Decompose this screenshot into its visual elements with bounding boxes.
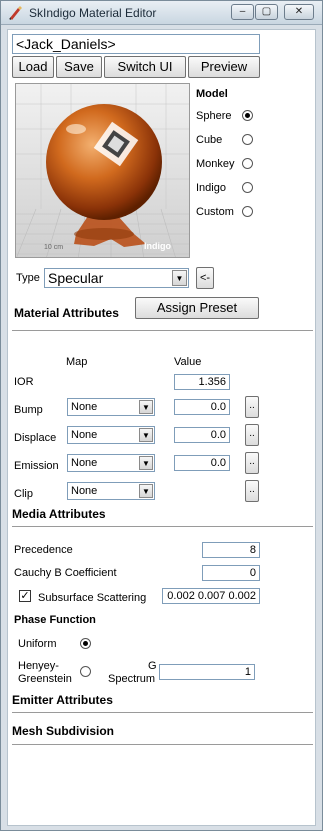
henyey-label-line1: Henyey- bbox=[18, 660, 59, 672]
bump-label: Bump bbox=[14, 404, 43, 416]
model-monkey-label: Monkey bbox=[196, 158, 235, 170]
chevron-down-icon: ▼ bbox=[139, 456, 153, 470]
model-sphere-label: Sphere bbox=[196, 110, 232, 122]
divider bbox=[12, 744, 313, 745]
preview-render: 10 cm Indigo bbox=[16, 84, 189, 257]
henyey-radio[interactable] bbox=[80, 666, 91, 677]
henyey-label-line2: Greenstein bbox=[18, 673, 72, 685]
close-button[interactable]: ✕ bbox=[284, 4, 314, 20]
ior-label: IOR bbox=[14, 376, 34, 388]
divider bbox=[12, 712, 313, 713]
mesh-subdivision-heading[interactable]: Mesh Subdivision bbox=[12, 724, 114, 738]
phase-function-heading: Phase Function bbox=[14, 614, 96, 626]
subsurface-label: Subsurface Scattering bbox=[38, 592, 147, 604]
displace-map-value: None bbox=[71, 429, 98, 441]
displace-label: Displace bbox=[14, 432, 57, 444]
emission-map-value: None bbox=[71, 457, 98, 469]
uniform-label: Uniform bbox=[18, 638, 57, 650]
clip-browse-button[interactable]: .. bbox=[245, 480, 259, 502]
uniform-radio[interactable] bbox=[80, 638, 91, 649]
cauchy-label: Cauchy B Coefficient bbox=[14, 567, 117, 579]
app-icon bbox=[9, 6, 22, 20]
model-custom-label: Custom bbox=[196, 206, 234, 218]
clip-map-select[interactable]: None ▼ bbox=[67, 482, 155, 500]
model-cube-label: Cube bbox=[196, 134, 223, 146]
chevron-down-icon: ▼ bbox=[139, 428, 153, 442]
displace-value-field[interactable]: 0.0 bbox=[174, 427, 230, 443]
window-title: SkIndigo Material Editor bbox=[29, 6, 157, 20]
ior-field[interactable]: 1.356 bbox=[174, 374, 230, 390]
g-spectrum-label-line2: Spectrum bbox=[108, 673, 156, 685]
type-select[interactable]: Specular ▼ bbox=[44, 268, 189, 288]
chevron-down-icon: ▼ bbox=[139, 400, 153, 414]
g-spectrum-label-line1: G bbox=[148, 660, 157, 672]
editor-panel: Load Save Switch UI Preview bbox=[7, 29, 316, 826]
model-heading: Model bbox=[196, 88, 228, 100]
clip-label: Clip bbox=[14, 488, 33, 500]
model-monkey-radio[interactable] bbox=[242, 158, 253, 169]
emission-browse-button[interactable]: .. bbox=[245, 452, 259, 474]
bump-map-select[interactable]: None ▼ bbox=[67, 398, 155, 416]
value-column-header: Value bbox=[174, 356, 202, 368]
precedence-label: Precedence bbox=[14, 544, 73, 556]
g-spectrum-field[interactable]: 1 bbox=[159, 664, 255, 680]
map-column-header: Map bbox=[66, 356, 88, 368]
displace-map-select[interactable]: None ▼ bbox=[67, 426, 155, 444]
assign-preset-button[interactable]: Assign Preset bbox=[135, 297, 259, 319]
material-preview: 10 cm Indigo bbox=[15, 83, 190, 258]
emitter-attributes-heading[interactable]: Emitter Attributes bbox=[12, 693, 113, 707]
preview-button[interactable]: Preview bbox=[188, 56, 260, 78]
scale-label: 10 cm bbox=[44, 244, 63, 251]
switch-ui-button[interactable]: Switch UI bbox=[104, 56, 186, 78]
chevron-down-icon: ▼ bbox=[139, 484, 153, 498]
divider bbox=[12, 330, 313, 331]
media-attributes-heading: Media Attributes bbox=[12, 507, 106, 521]
type-label: Type bbox=[16, 272, 40, 284]
emission-value-field[interactable]: 0.0 bbox=[174, 455, 230, 471]
material-name-input[interactable] bbox=[12, 34, 260, 54]
bump-value-field[interactable]: 0.0 bbox=[174, 399, 230, 415]
save-button[interactable]: Save bbox=[56, 56, 102, 78]
material-attributes-heading: Material Attributes bbox=[14, 306, 119, 320]
bump-map-value: None bbox=[71, 401, 98, 413]
model-custom-radio[interactable] bbox=[242, 206, 253, 217]
type-select-value: Specular bbox=[48, 270, 104, 286]
model-indigo-label: Indigo bbox=[196, 182, 226, 194]
emission-map-select[interactable]: None ▼ bbox=[67, 454, 155, 472]
chevron-down-icon: ▼ bbox=[172, 270, 187, 286]
title-bar[interactable]: SkIndigo Material Editor – ▢ ✕ bbox=[1, 1, 322, 25]
material-editor-window: SkIndigo Material Editor – ▢ ✕ Load Save… bbox=[0, 0, 323, 831]
clip-map-value: None bbox=[71, 485, 98, 497]
emission-label: Emission bbox=[14, 460, 59, 472]
precedence-field[interactable]: 8 bbox=[202, 542, 260, 558]
model-cube-radio[interactable] bbox=[242, 134, 253, 145]
restore-button[interactable]: ▢ bbox=[255, 4, 278, 20]
load-button[interactable]: Load bbox=[12, 56, 54, 78]
displace-browse-button[interactable]: .. bbox=[245, 424, 259, 446]
minimize-button[interactable]: – bbox=[231, 4, 254, 20]
cauchy-field[interactable]: 0 bbox=[202, 565, 260, 581]
model-sphere-radio[interactable] bbox=[242, 110, 253, 121]
indigo-logo-text: Indigo bbox=[144, 241, 171, 251]
divider bbox=[12, 526, 313, 527]
bump-browse-button[interactable]: .. bbox=[245, 396, 259, 418]
subsurface-field[interactable]: 0.002 0.007 0.002 bbox=[162, 588, 260, 604]
model-indigo-radio[interactable] bbox=[242, 182, 253, 193]
subsurface-checkbox[interactable]: ✓ bbox=[19, 590, 31, 602]
back-button[interactable]: <- bbox=[196, 267, 214, 289]
